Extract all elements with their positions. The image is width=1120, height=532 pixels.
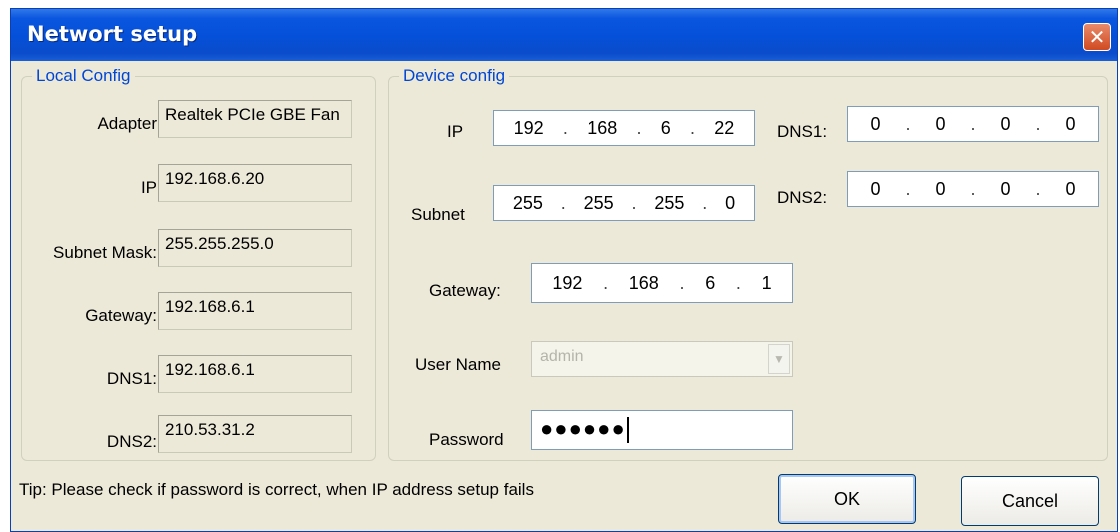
ip-octet: 0 [935, 178, 946, 199]
dns1-label: DNS1: [777, 122, 828, 141]
ip-octet: 168 [628, 272, 659, 293]
window-title: Networt setup [27, 22, 198, 46]
dns2-input[interactable]: 0. 0. 0. 0 [847, 171, 1099, 207]
ip-octet: 255 [583, 192, 614, 213]
local-gateway-label: Gateway: [85, 306, 157, 325]
dns1-input[interactable]: 0. 0. 0. 0 [847, 106, 1099, 142]
ok-button[interactable]: OK [778, 474, 916, 524]
local-gateway-value: 192.168.6.1 [158, 292, 352, 330]
device-config-group: Device config IP 192. 168. 6. 22 DNS1: 0… [388, 66, 1108, 461]
ip-octet: 192 [552, 272, 583, 293]
username-select[interactable]: admin ▼ [531, 341, 793, 377]
adapter-value: Realtek PCIe GBE Fan [158, 100, 352, 138]
text-caret [626, 417, 629, 444]
close-button[interactable]: ✕ [1083, 23, 1111, 51]
ip-octet: 0 [1000, 113, 1011, 134]
username-label: User Name [415, 355, 501, 374]
username-value: admin [540, 348, 584, 365]
ip-octet: 0 [935, 113, 946, 134]
ip-octet: 0 [1000, 178, 1011, 199]
dns2-label: DNS2: [777, 188, 828, 207]
ip-octet: 0 [1065, 113, 1076, 134]
password-label: Password [429, 430, 504, 449]
title-bar[interactable]: Networt setup ✕ [11, 9, 1117, 61]
local-ip-value: 192.168.6.20 [158, 164, 352, 202]
tip-text: Tip: Please check if password is correct… [19, 480, 534, 499]
local-config-group: Local Config Adapter Realtek PCIe GBE Fa… [21, 66, 376, 461]
local-dns1-value: 192.168.6.1 [158, 355, 352, 393]
ip-octet: 192 [513, 117, 544, 138]
close-icon: ✕ [1088, 25, 1106, 49]
subnet-label: Subnet [411, 205, 465, 224]
adapter-label: Adapter [97, 114, 157, 133]
ip-octet: 1 [761, 272, 772, 293]
local-config-legend: Local Config [32, 66, 135, 86]
ip-octet: 0 [1065, 178, 1076, 199]
gateway-input[interactable]: 192. 168. 6. 1 [531, 263, 793, 303]
ip-octet: 6 [660, 117, 671, 138]
local-dns2-label: DNS2: [106, 432, 157, 451]
local-dns1-label: DNS1: [106, 369, 157, 388]
device-ip-label: IP [447, 122, 464, 141]
cancel-button[interactable]: Cancel [961, 476, 1099, 526]
device-config-legend: Device config [399, 66, 510, 86]
ip-octet: 0 [725, 192, 736, 213]
password-input[interactable]: ●●●●●● [531, 410, 793, 450]
subnet-mask-label: Subnet Mask: [53, 243, 157, 262]
ip-octet: 168 [587, 117, 618, 138]
password-mask: ●●●●●● [540, 416, 626, 441]
network-setup-dialog: Networt setup ✕ Local Config Adapter Rea… [10, 8, 1118, 532]
ip-octet: 255 [654, 192, 685, 213]
device-ip-input[interactable]: 192. 168. 6. 22 [493, 110, 755, 146]
ip-octet: 0 [870, 113, 881, 134]
subnet-input[interactable]: 255. 255. 255. 0 [493, 185, 755, 221]
ip-octet: 255 [512, 192, 543, 213]
gateway-label: Gateway: [429, 281, 501, 300]
local-ip-label: IP [140, 178, 157, 197]
local-dns2-value: 210.53.31.2 [158, 415, 352, 453]
chevron-down-icon[interactable]: ▼ [768, 344, 790, 374]
subnet-mask-value: 255.255.255.0 [158, 229, 352, 267]
ip-octet: 6 [705, 272, 716, 293]
ip-octet: 22 [714, 117, 735, 138]
ip-octet: 0 [870, 178, 881, 199]
